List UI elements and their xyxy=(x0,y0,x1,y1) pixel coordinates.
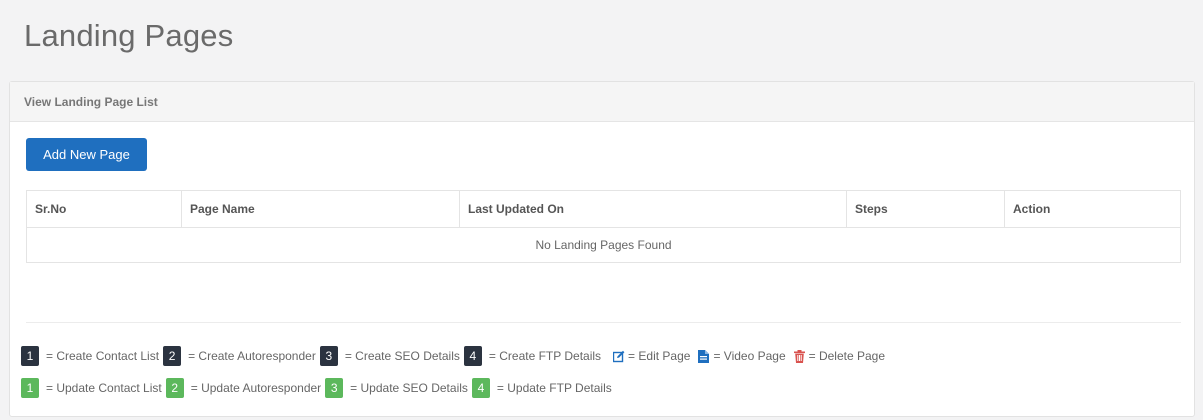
delete-page-label: = Delete Page xyxy=(808,349,886,363)
legend-edit-page: = Edit Page xyxy=(605,349,690,363)
column-header-sr-no[interactable]: Sr.No xyxy=(26,190,182,228)
legend-label: = Create Autoresponder xyxy=(188,349,316,363)
legend-label: = Create FTP Details xyxy=(488,349,602,363)
column-header-last-updated[interactable]: Last Updated On xyxy=(459,190,847,228)
column-header-action[interactable]: Action xyxy=(1004,190,1181,228)
panel-heading: View Landing Page List xyxy=(10,82,1194,122)
landing-page-panel: View Landing Page List Add New Page Sr.N… xyxy=(9,81,1195,417)
step-badge-2: 2 xyxy=(165,378,184,398)
step-badge-3: 3 xyxy=(325,378,344,398)
column-header-page-name[interactable]: Page Name xyxy=(181,190,460,228)
legend-update-row: 1 = Update Contact List 2 = Update Autor… xyxy=(21,378,616,398)
video-page-label: = Video Page xyxy=(713,349,786,363)
legend-create-seo-details: 3 = Create SEO Details xyxy=(319,346,464,366)
legend-label: = Create Contact List xyxy=(46,349,160,363)
step-badge-1: 1 xyxy=(21,378,39,398)
add-new-page-button[interactable]: Add New Page xyxy=(26,138,147,171)
legend-create-autoresponder: 2 = Create Autoresponder xyxy=(163,346,320,366)
step-badge-4: 4 xyxy=(471,378,490,398)
legend-create-ftp-details: 4 = Create FTP Details xyxy=(463,346,605,366)
step-badge-1: 1 xyxy=(21,346,39,366)
legend-update-autoresponder: 2 = Update Autoresponder xyxy=(165,378,325,398)
table-row: No Landing Pages Found xyxy=(26,227,1181,263)
legend-label: = Update Contact List xyxy=(46,381,162,395)
legend-label: = Update SEO Details xyxy=(350,381,468,395)
legend-label: = Update FTP Details xyxy=(496,381,612,395)
table-header-row: Sr.No Page Name Last Updated On Steps Ac… xyxy=(26,190,1181,228)
step-badge-2: 2 xyxy=(163,346,182,366)
edit-page-label: = Edit Page xyxy=(628,349,691,363)
edit-icon xyxy=(612,350,625,363)
empty-table-message: No Landing Pages Found xyxy=(26,227,1181,263)
legend-update-ftp-details: 4 = Update FTP Details xyxy=(471,378,616,398)
legend-update-contact-list: 1 = Update Contact List xyxy=(21,378,166,398)
legend-video-page: = Video Page xyxy=(690,349,786,363)
trash-icon xyxy=(793,349,806,363)
legend-delete-page: = Delete Page xyxy=(786,349,885,363)
column-header-steps[interactable]: Steps xyxy=(846,190,1005,228)
step-badge-3: 3 xyxy=(319,346,338,366)
legend-update-seo-details: 3 = Update SEO Details xyxy=(325,378,472,398)
divider xyxy=(26,322,1181,323)
page-title: Landing Pages xyxy=(24,18,234,53)
legend-label: = Update Autoresponder xyxy=(190,381,322,395)
step-badge-4: 4 xyxy=(463,346,482,366)
landing-pages-table: Sr.No Page Name Last Updated On Steps Ac… xyxy=(26,190,1181,263)
file-icon xyxy=(698,349,710,363)
legend-label: = Create SEO Details xyxy=(344,349,460,363)
legend-create-contact-list: 1 = Create Contact List xyxy=(21,346,163,366)
legend-create-row: 1 = Create Contact List 2 = Create Autor… xyxy=(21,346,885,366)
